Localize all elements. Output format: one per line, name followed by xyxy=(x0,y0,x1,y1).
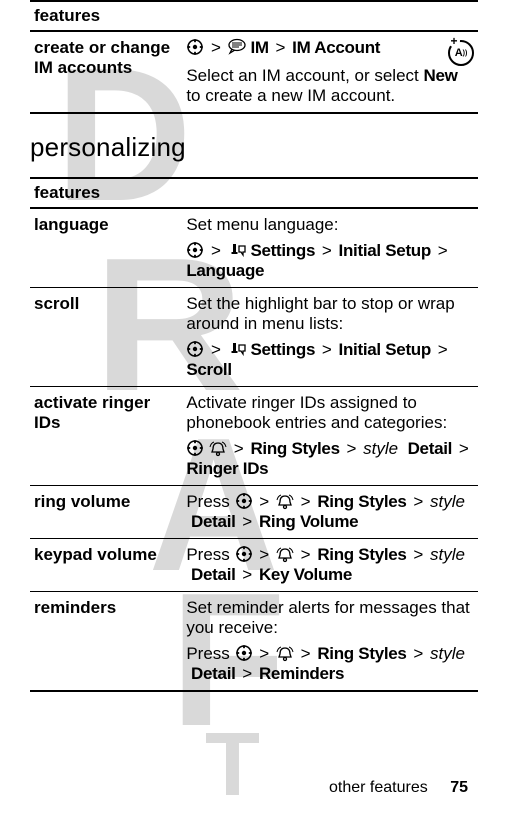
row-desc: Set reminder alerts for messages that yo… xyxy=(186,598,474,638)
row-desc: Activate ringer IDs assigned to phoneboo… xyxy=(186,393,474,433)
row-language: language Set menu language: > Settings >… xyxy=(30,208,478,288)
table-bottom-rule xyxy=(30,113,478,114)
row-label: ring volume xyxy=(30,486,182,539)
row-create-im: create or change IM accounts +A)) > IM >… xyxy=(30,31,478,113)
row-content: Press > > Ring Styles > style Detail > R… xyxy=(182,486,478,539)
nav-path: > IM > IM Account xyxy=(186,38,474,58)
row-label: activate ringer IDs xyxy=(30,387,182,486)
im-chat-icon xyxy=(228,38,246,56)
page-number: 75 xyxy=(432,779,468,796)
center-key-icon xyxy=(186,241,204,259)
row-desc: Set menu language: xyxy=(186,215,474,235)
settings-icon xyxy=(228,243,246,259)
row-content: Set reminder alerts for messages that yo… xyxy=(182,592,478,692)
footer-text: other features xyxy=(329,779,428,796)
table-header-row: features xyxy=(30,178,478,208)
center-key-icon xyxy=(186,439,204,457)
center-key-icon xyxy=(235,644,253,662)
nav-path: > Ring Styles > style Detail > Ringer ID… xyxy=(186,439,474,479)
operator-icon: +A)) xyxy=(448,40,474,66)
center-key-icon xyxy=(186,38,204,56)
features-table-2: features language Set menu language: > S… xyxy=(30,177,478,692)
row-keypad-volume: keypad volume Press > > Ring Styles > st… xyxy=(30,539,478,592)
row-ring-volume: ring volume Press > > Ring Styles > styl… xyxy=(30,486,478,539)
row-label: keypad volume xyxy=(30,539,182,592)
nav-path: > Settings > Initial Setup > Language xyxy=(186,241,474,281)
nav-path: Press > > Ring Styles > style Detail > R… xyxy=(186,644,474,684)
row-ringer-ids: activate ringer IDs Activate ringer IDs … xyxy=(30,387,478,486)
features-table-1: features create or change IM accounts +A… xyxy=(30,0,478,114)
center-key-icon xyxy=(235,492,253,510)
row-content: Press > > Ring Styles > style Detail > K… xyxy=(182,539,478,592)
row-content: Set menu language: > Settings > Initial … xyxy=(182,208,478,288)
nav-path: > Settings > Initial Setup > Scroll xyxy=(186,340,474,380)
row-label: create or change IM accounts xyxy=(30,31,182,113)
section-title: personalizing xyxy=(30,132,478,163)
settings-icon xyxy=(228,342,246,358)
bell-icon xyxy=(276,646,294,662)
features-header: features xyxy=(30,178,478,208)
bell-icon xyxy=(276,547,294,563)
row-content: +A)) > IM > IM Account Select an IM acco… xyxy=(182,31,478,113)
table-header-row: features xyxy=(30,1,478,31)
row-label: scroll xyxy=(30,288,182,387)
page-footer: other features 75 xyxy=(0,779,508,797)
table-bottom-rule xyxy=(30,691,478,692)
row-content: Activate ringer IDs assigned to phoneboo… xyxy=(182,387,478,486)
row-desc: Select an IM account, or select New to c… xyxy=(186,66,474,106)
row-label: reminders xyxy=(30,592,182,692)
bell-icon xyxy=(276,494,294,510)
center-key-icon xyxy=(186,340,204,358)
row-scroll: scroll Set the highlight bar to stop or … xyxy=(30,288,478,387)
features-header: features xyxy=(30,1,478,31)
row-label: language xyxy=(30,208,182,288)
center-key-icon xyxy=(235,545,253,563)
row-content: Set the highlight bar to stop or wrap ar… xyxy=(182,288,478,387)
bell-icon xyxy=(209,441,227,457)
row-reminders: reminders Set reminder alerts for messag… xyxy=(30,592,478,692)
row-desc: Set the highlight bar to stop or wrap ar… xyxy=(186,294,474,334)
